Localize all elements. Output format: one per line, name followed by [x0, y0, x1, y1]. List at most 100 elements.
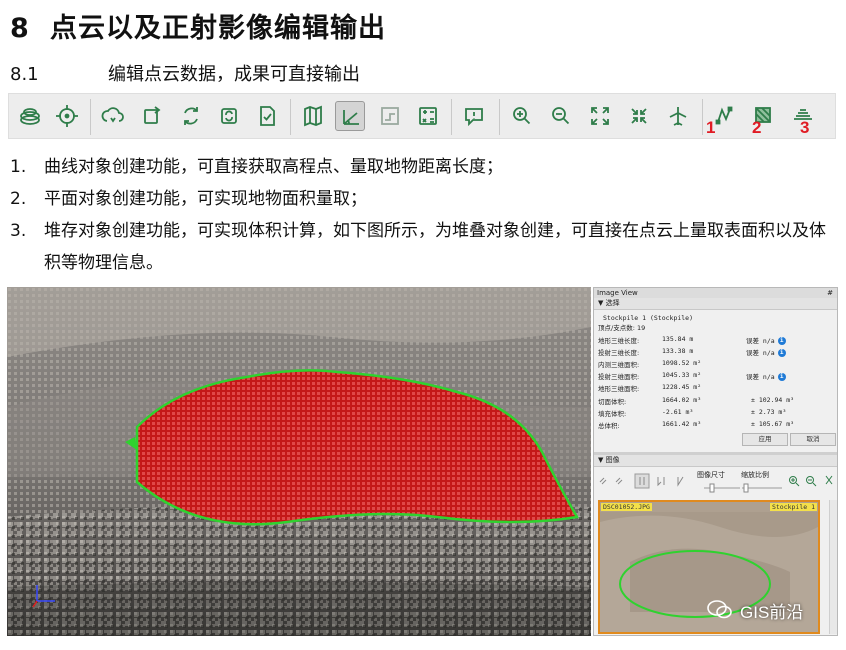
property-label: 内测三维面积:: [598, 361, 640, 369]
pin-icon[interactable]: #: [827, 288, 833, 298]
point-cloud-view[interactable]: [7, 287, 591, 636]
list-text: 曲线对象创建功能，可直接获取高程点、量取地物距离长度；: [44, 157, 503, 177]
list-number: 1.: [10, 157, 27, 177]
property-error: ± 105.67 m³: [751, 420, 794, 428]
section-heading: 8 点云以及正射影像编辑输出: [10, 6, 386, 45]
property-row: 地形三维面积:: [598, 383, 639, 393]
zoom-ratio-label: 缩放比例: [741, 471, 769, 479]
section-number: 8: [10, 13, 30, 44]
error-label: ±: [751, 420, 755, 428]
toolbar-separator: [499, 99, 500, 135]
property-label: 投射三维面积:: [598, 373, 640, 381]
subsection-number: 8.1: [10, 64, 39, 85]
thumbnail-filename: DSC01052.JPG: [601, 503, 652, 511]
property-row: 投射三维长度:: [598, 347, 639, 357]
property-error: 误差 n/a i: [746, 347, 786, 357]
property-value: 1098.52 m²: [662, 359, 702, 367]
feature-list: 1. 曲线对象创建功能，可直接获取高程点、量取地物距离长度； 2. 平面对象创建功能…: [10, 151, 840, 279]
image-section-header[interactable]: ▼ 图像: [594, 455, 837, 467]
list-item: 3. 堆存对象创建功能，可实现体积计算，如下图所示，为堆叠对象创建，可直接在点云上…: [10, 215, 840, 279]
subsection-title: 编辑点云数据，成果可直接输出: [108, 64, 360, 85]
zoom-in-icon[interactable]: [507, 101, 537, 131]
property-value: 1045.33 m²: [662, 371, 702, 379]
subsection-heading: 8.1 编辑点云数据，成果可直接输出: [10, 60, 360, 86]
property-value: 135.84 m: [662, 335, 694, 343]
list-item: 1. 曲线对象创建功能，可直接获取高程点、量取地物距离长度；: [10, 151, 840, 183]
section-title: 点云以及正射影像编辑输出: [50, 13, 386, 44]
toolbar-separator: [702, 99, 703, 135]
property-row: 切面体积:: [598, 396, 626, 406]
rotate-box-icon[interactable]: [137, 101, 167, 131]
cloud-refresh-icon[interactable]: [98, 101, 128, 131]
property-value: -2.61 m³: [662, 408, 694, 416]
property-error: ± 2.73 m³: [751, 408, 786, 416]
list-text: 平面对象创建功能，可实现地物面积量取；: [44, 189, 367, 209]
measure-angle-icon[interactable]: [335, 101, 365, 131]
vertices-row: 顶点/支点数: 19: [598, 322, 645, 332]
info-icon[interactable]: i: [777, 337, 786, 345]
error-label: ±: [751, 408, 755, 416]
expand-icon[interactable]: [585, 101, 615, 131]
step-icon[interactable]: [375, 101, 405, 131]
layers-icon[interactable]: [15, 101, 45, 131]
property-row: 总体积:: [598, 420, 620, 430]
map-icon[interactable]: [298, 101, 328, 131]
list-number: 3.: [10, 221, 27, 241]
cancel-button[interactable]: 取消: [790, 433, 836, 446]
property-value: 1664.02 m³: [662, 396, 702, 404]
property-error: ± 102.94 m³: [751, 396, 794, 404]
info-icon[interactable]: i: [777, 373, 786, 381]
crosshair-icon[interactable]: [52, 101, 82, 131]
properties-panel: Image View # ▼ 选择 Stockpile 1 (Stockpile…: [593, 287, 838, 636]
list-number: 2.: [10, 189, 27, 209]
property-row: 内测三维面积:: [598, 359, 639, 369]
property-label: 地形三维长度:: [598, 337, 640, 345]
property-error: 误差 n/a i: [746, 371, 786, 381]
property-value: 1661.42 m³: [662, 420, 702, 428]
selection-section-header[interactable]: ▼ 选择: [594, 298, 837, 310]
error-value: n/a: [762, 373, 775, 381]
info-icon[interactable]: i: [777, 349, 786, 357]
panel-titlebar: Image View #: [594, 288, 837, 298]
marker-1: 1: [706, 118, 716, 137]
property-label: 投射三维长度:: [598, 349, 640, 357]
airplane-icon[interactable]: [663, 101, 693, 131]
thumbnail-scrollbar[interactable]: [829, 500, 837, 634]
watermark-text: GIS前沿: [740, 603, 804, 622]
apply-button[interactable]: 应用: [742, 433, 788, 446]
list-text: 堆存对象创建功能，可实现体积计算，如下图所示，为堆叠对象创建，可直接在点云上量取…: [44, 221, 826, 273]
collapse-icon[interactable]: [624, 101, 654, 131]
property-error: 误差 n/a i: [746, 335, 786, 345]
calculator-icon[interactable]: [413, 101, 443, 131]
image-size-label: 图像尺寸: [697, 471, 725, 479]
error-label: ±: [751, 396, 755, 404]
property-label: 填充体积:: [598, 410, 627, 418]
vertices-label: 顶点/支点数:: [598, 324, 635, 332]
error-label: 误差: [746, 373, 759, 381]
sync-icon[interactable]: [176, 101, 206, 131]
property-value: 1228.45 m²: [662, 383, 702, 391]
error-value: 2.73 m³: [758, 408, 787, 416]
check-document-icon[interactable]: [252, 101, 282, 131]
zoom-out-icon[interactable]: [546, 101, 576, 131]
sync-box-icon[interactable]: [214, 101, 244, 131]
point-cloud-render: [7, 287, 591, 636]
toolbar-separator: [90, 99, 91, 135]
toolbar-separator: [290, 99, 291, 135]
error-value: n/a: [762, 337, 775, 345]
list-item: 2. 平面对象创建功能，可实现地物面积量取；: [10, 183, 840, 215]
editing-toolbar: 1 2 3: [8, 93, 836, 139]
image-toolbar: 图像尺寸 缩放比例: [594, 468, 837, 494]
toolbar-separator: [451, 99, 452, 135]
comment-icon[interactable]: [459, 101, 489, 131]
property-value: 133.38 m: [662, 347, 694, 355]
stockpile-name: Stockpile 1 (Stockpile): [603, 314, 694, 322]
vertices-value: 19: [636, 324, 646, 332]
error-label: 误差: [746, 349, 759, 357]
property-row: 投射三维面积:: [598, 371, 639, 381]
property-label: 切面体积:: [598, 398, 627, 406]
property-row: 地形三维长度:: [598, 335, 639, 345]
panel-title: Image View: [597, 289, 638, 297]
property-label: 地形三维面积:: [598, 385, 640, 393]
property-label: 总体积:: [598, 422, 620, 430]
